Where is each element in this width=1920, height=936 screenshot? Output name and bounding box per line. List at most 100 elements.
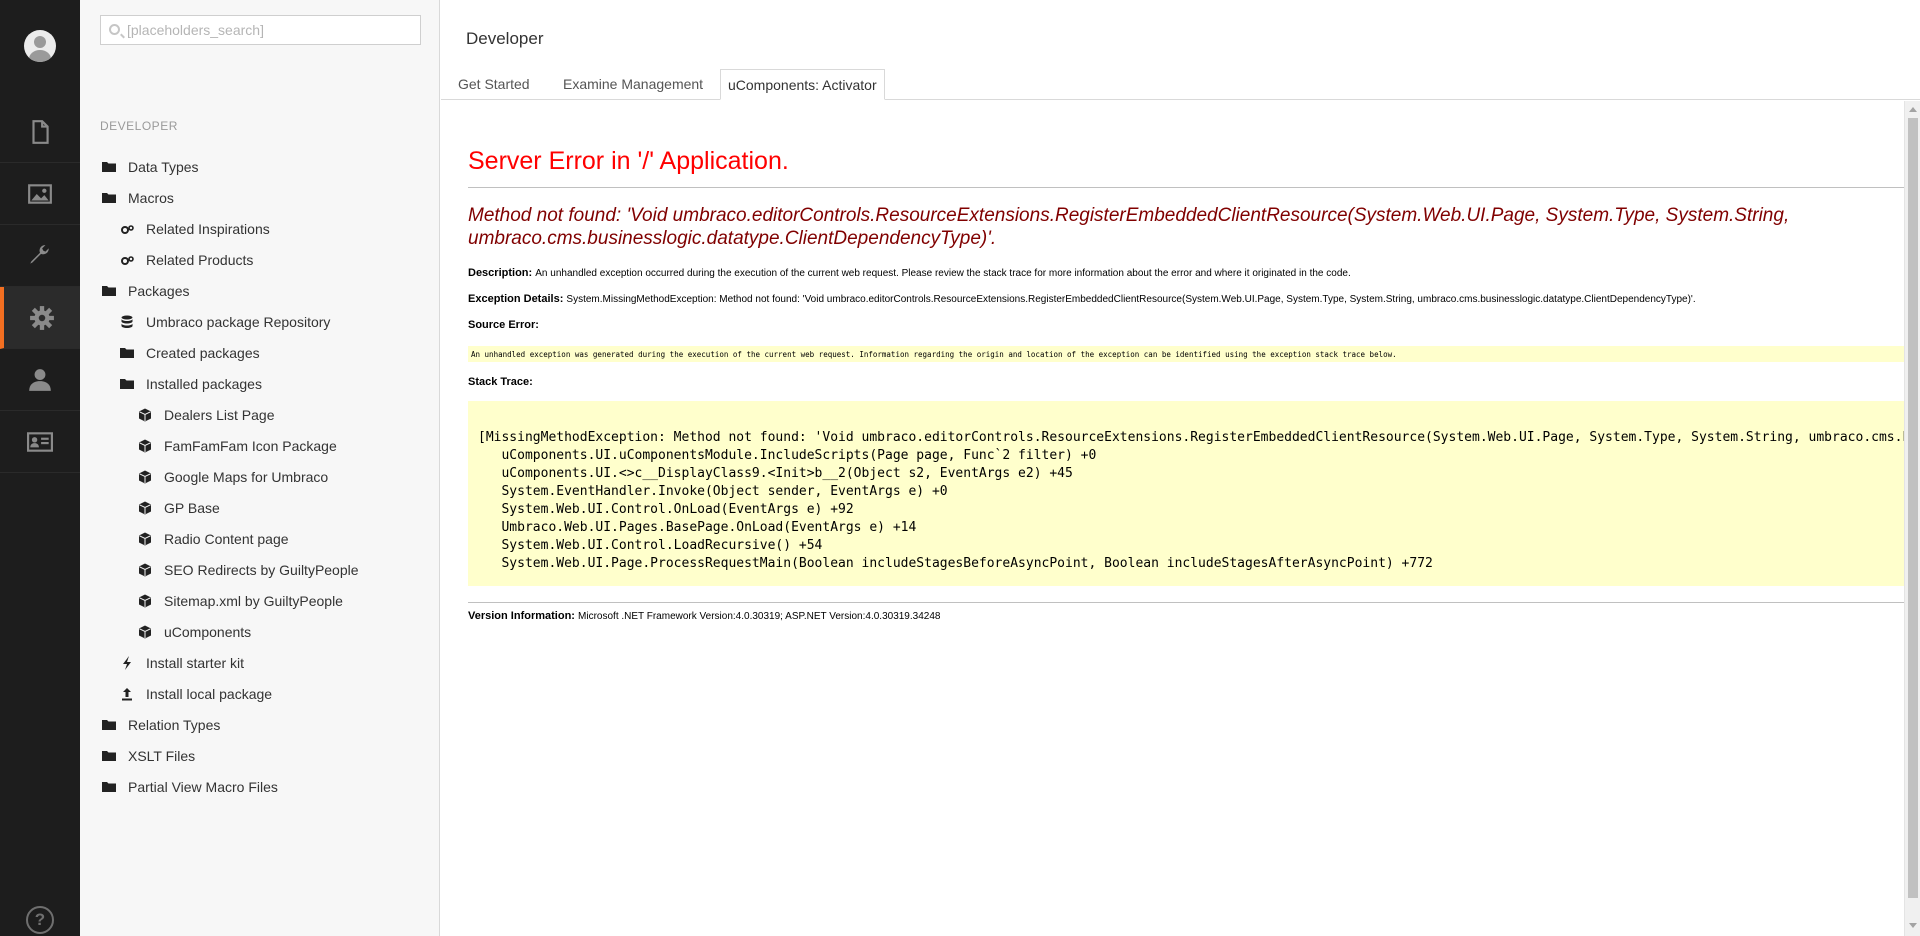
tree-node-label: Relation Types (128, 717, 221, 733)
box-icon (138, 501, 152, 515)
error-description: Description: An unhandled exception occu… (468, 267, 1351, 279)
stack-line: uComponents.UI.<>c__DisplayClass9.<Init>… (478, 466, 1073, 481)
tree-section-title: DEVELOPER (100, 119, 178, 133)
tree-node[interactable]: uComponents (138, 621, 251, 643)
source-error-box: An unhandled exception was generated dur… (468, 346, 1904, 362)
stack-line: Umbraco.Web.UI.Pages.BasePage.OnLoad(Eve… (478, 520, 917, 535)
tree-node[interactable]: XSLT Files (102, 745, 195, 767)
tree-node-label: Related Inspirations (146, 221, 270, 237)
tree-node[interactable]: Created packages (120, 342, 260, 364)
version-text: Microsoft .NET Framework Version:4.0.303… (578, 611, 941, 622)
tree-node[interactable]: Umbraco package Repository (120, 311, 330, 333)
scrollbar-thumb[interactable] (1908, 118, 1918, 898)
cogs-icon (120, 253, 134, 267)
tree-node-label: Install local package (146, 686, 273, 702)
stack-trace-heading: Stack Trace: (468, 376, 533, 388)
help-icon[interactable]: ? (26, 906, 54, 934)
tree-node[interactable]: Data Types (102, 156, 199, 178)
folder-icon (102, 780, 116, 794)
box-icon (138, 563, 152, 577)
tree-node-label: Installed packages (146, 376, 262, 392)
main-panel: Developer Get Started Examine Management… (441, 0, 1920, 936)
tree-node[interactable]: Related Inspirations (120, 218, 270, 240)
rail-item-media[interactable] (0, 163, 80, 225)
tree-node-label: uComponents (164, 624, 252, 640)
exception-text: System.MissingMethodException: Method no… (566, 294, 1696, 305)
page-title: Developer (466, 29, 544, 48)
tree-node-label: Created packages (146, 345, 260, 361)
box-icon (138, 439, 152, 453)
source-label: Source Error: (468, 319, 539, 331)
scroll-up-icon[interactable] (1909, 107, 1917, 112)
image-icon (28, 183, 52, 204)
scroll-down-icon[interactable] (1909, 923, 1917, 928)
folder-icon (120, 346, 134, 360)
tree-node[interactable]: GP Base (138, 497, 220, 519)
tree-node[interactable]: Partial View Macro Files (102, 776, 278, 798)
vertical-scrollbar[interactable] (1904, 101, 1920, 936)
version-information: Version Information: Microsoft .NET Fram… (468, 610, 940, 622)
rail-item-settings[interactable] (0, 225, 80, 287)
tree-node[interactable]: Packages (102, 280, 189, 302)
stack-trace-box: [MissingMethodException: Method not foun… (468, 401, 1904, 586)
error-frame: Server Error in '/' Application. Method … (441, 101, 1904, 936)
description-label: Description: (468, 267, 533, 279)
tab-examine-management[interactable]: Examine Management (556, 69, 710, 100)
tree-node[interactable]: Installed packages (120, 373, 262, 395)
search-box (100, 15, 421, 45)
divider (468, 187, 1904, 188)
search-input[interactable] (127, 20, 417, 40)
tree-node-label: SEO Redirects by GuiltyPeople (164, 562, 359, 578)
tab-get-started[interactable]: Get Started (451, 69, 537, 100)
folder-icon (102, 191, 116, 205)
tree-node[interactable]: Install starter kit (120, 652, 244, 674)
stack-line: System.Web.UI.Control.LoadRecursive() +5… (478, 538, 823, 553)
source-error-heading: Source Error: (468, 319, 539, 331)
user-icon (29, 368, 51, 391)
stack-line: System.Web.UI.Control.OnLoad(EventArgs e… (478, 502, 854, 517)
tree-node[interactable]: Sitemap.xml by GuiltyPeople (138, 590, 343, 612)
tree-node-label: Radio Content page (164, 531, 289, 547)
tree-node[interactable]: Radio Content page (138, 528, 289, 550)
stack-label: Stack Trace: (468, 376, 533, 388)
folder-icon (102, 749, 116, 763)
tree-node[interactable]: Macros (102, 187, 174, 209)
box-icon (138, 408, 152, 422)
rail-item-content[interactable] (0, 101, 80, 163)
rail-item-developer[interactable] (0, 287, 80, 349)
description-text: An unhandled exception occurred during t… (535, 268, 1351, 279)
tree-node[interactable]: FamFamFam Icon Package (138, 435, 337, 457)
tree-node-label: Related Products (146, 252, 254, 268)
folder-icon (102, 718, 116, 732)
cogs-icon (120, 222, 134, 236)
database-icon (120, 315, 134, 329)
folder-icon (102, 284, 116, 298)
tree-node[interactable]: Related Products (120, 249, 253, 271)
box-icon (138, 470, 152, 484)
folder-icon (102, 160, 116, 174)
avatar[interactable] (24, 30, 56, 62)
gear-icon (30, 305, 54, 330)
tree-node[interactable]: Google Maps for Umbraco (138, 466, 328, 488)
rail-item-users[interactable] (0, 349, 80, 411)
box-icon (138, 625, 152, 639)
rail-item-members[interactable] (0, 411, 80, 473)
tree-node[interactable]: Relation Types (102, 714, 220, 736)
tree-node[interactable]: SEO Redirects by GuiltyPeople (138, 559, 359, 581)
upload-icon (120, 687, 134, 701)
tab-ucomponents-activator[interactable]: uComponents: Activator (720, 69, 885, 100)
stack-line: [MissingMethodException: Method not foun… (478, 430, 1904, 445)
avatar-head (34, 36, 46, 48)
divider (468, 602, 1904, 603)
tree-node-label: Macros (128, 190, 174, 206)
tree-node[interactable]: Dealers List Page (138, 404, 275, 426)
box-icon (138, 532, 152, 546)
tree-node-label: Umbraco package Repository (146, 314, 331, 330)
tree-node-label: GP Base (164, 500, 220, 516)
tree-node[interactable]: Install local package (120, 683, 272, 705)
tree-panel: DEVELOPER Data Types Macros Related Inspir… (80, 0, 440, 936)
tree-node-label: Dealers List Page (164, 407, 275, 423)
folder-icon (120, 377, 134, 391)
tree-node-label: Sitemap.xml by GuiltyPeople (164, 593, 343, 609)
id-card-icon (27, 431, 53, 452)
